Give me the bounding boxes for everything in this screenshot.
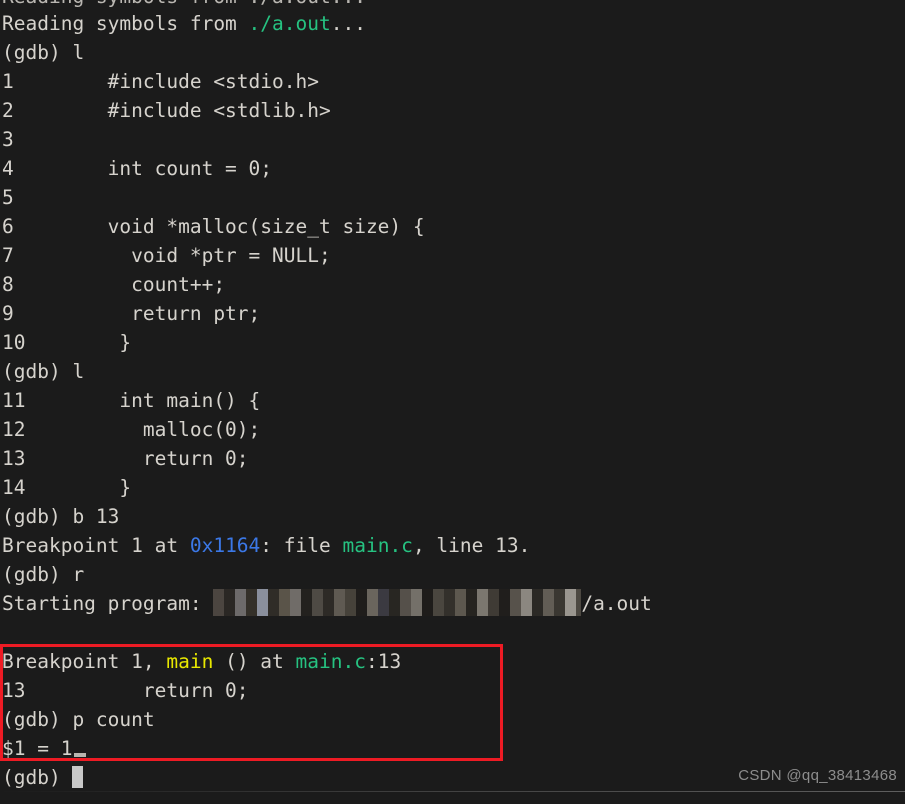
text-span: (gdb) l [2, 360, 85, 383]
text-span: main [166, 650, 214, 673]
terminal-line-reading-symbols: Reading symbols from ./a.out... [2, 9, 905, 38]
terminal-line-prompt-list-1: (gdb) l [2, 38, 905, 67]
text-span: (gdb) l [2, 41, 85, 64]
terminal-line-src-7: 7 void *ptr = NULL; [2, 241, 905, 270]
terminal-line-src-11: 11 int main() { [2, 386, 905, 415]
text-span: : file [260, 534, 343, 557]
terminal-window[interactable]: Reading symbols from ./a.out... Reading … [0, 0, 905, 804]
watermark-divider [0, 791, 905, 792]
terminal-line-src-13: 13 return 0; [2, 444, 905, 473]
text-span: 10 } [2, 331, 132, 354]
terminal-line-stopped-line: 13 return 0; [2, 676, 905, 705]
terminal-line-src-8: 8 count++; [2, 270, 905, 299]
terminal-cursor [72, 766, 84, 788]
terminal-line-breakpoint-hit: Breakpoint 1, main () at main.c:13 [2, 647, 905, 676]
terminal-line-print-result: $1 = 1 [2, 734, 905, 763]
text-span: 9 return ptr; [2, 302, 261, 325]
terminal-line-prompt-break: (gdb) b 13 [2, 502, 905, 531]
text-span: 13 return 0; [2, 447, 249, 470]
terminal-line-src-1: 1 #include <stdio.h> [2, 67, 905, 96]
text-span: , line 13. [412, 534, 531, 557]
text-span: Starting program: [2, 592, 214, 615]
text-span: 1 #include <stdio.h> [2, 70, 319, 93]
terminal-line-prompt-list-2: (gdb) l [2, 357, 905, 386]
text-span: 13 return 0; [2, 679, 249, 702]
terminal-line-prompt-print: (gdb) p count [2, 705, 905, 734]
text-span: /a.out [581, 592, 652, 615]
text-span: 2 #include <stdlib.h> [2, 99, 331, 122]
terminal-line-src-12: 12 malloc(0); [2, 415, 905, 444]
text-span: main.c [295, 650, 366, 673]
text-span: () at [213, 650, 296, 673]
terminal-line-src-5: 5 [2, 183, 905, 212]
text-span: 14 } [2, 476, 132, 499]
watermark-text: CSDN @qq_38413468 [738, 767, 897, 784]
text-span: Breakpoint 1 at [2, 534, 190, 557]
text-span: 12 malloc(0); [2, 418, 261, 441]
text-span: main.c [342, 534, 413, 557]
text-span: Breakpoint 1, [2, 650, 167, 673]
terminal-line-src-3: 3 [2, 125, 905, 154]
text-span: 7 void *ptr = NULL; [2, 244, 331, 267]
text-span: 3 [2, 128, 14, 151]
text-span: $1 = 1 [2, 737, 73, 760]
redacted-path-block [213, 589, 582, 616]
text-span: 4 int count = 0; [2, 157, 273, 180]
terminal-line-src-6: 6 void *malloc(size_t size) { [2, 212, 905, 241]
text-span: (gdb) [2, 766, 73, 789]
terminal-line-blank-1 [2, 618, 905, 647]
terminal-line-src-14: 14 } [2, 473, 905, 502]
text-span: 8 count++; [2, 273, 226, 296]
text-span: ./a.out [248, 12, 331, 35]
terminal-output[interactable]: Reading symbols from ./a.out... (gdb) l 1 … [2, 9, 905, 792]
text-span: (gdb) r [2, 563, 85, 586]
terminal-line-src-10: 10 } [2, 328, 905, 357]
terminal-line-src-4: 4 int count = 0; [2, 154, 905, 183]
text-span: :13 [365, 650, 402, 673]
text-span: (gdb) p count [2, 708, 155, 731]
text-span: ... [330, 12, 366, 35]
terminal-line-prompt-run: (gdb) r [2, 560, 905, 589]
text-span: (gdb) b 13 [2, 505, 120, 528]
text-span: 6 void *malloc(size_t size) { [2, 215, 425, 238]
text-span: 0x1164 [189, 534, 261, 557]
terminal-line-breakpoint-set: Breakpoint 1 at 0x1164: file main.c, lin… [2, 531, 905, 560]
terminal-cursor [74, 753, 87, 757]
terminal-line-starting-program: Starting program: /a.out [2, 589, 905, 618]
text-span: 11 int main() { [2, 389, 261, 412]
terminal-line-src-2: 2 #include <stdlib.h> [2, 96, 905, 125]
text-span: Reading symbols from [2, 12, 249, 35]
terminal-line-src-9: 9 return ptr; [2, 299, 905, 328]
text-span: 5 [2, 186, 14, 209]
